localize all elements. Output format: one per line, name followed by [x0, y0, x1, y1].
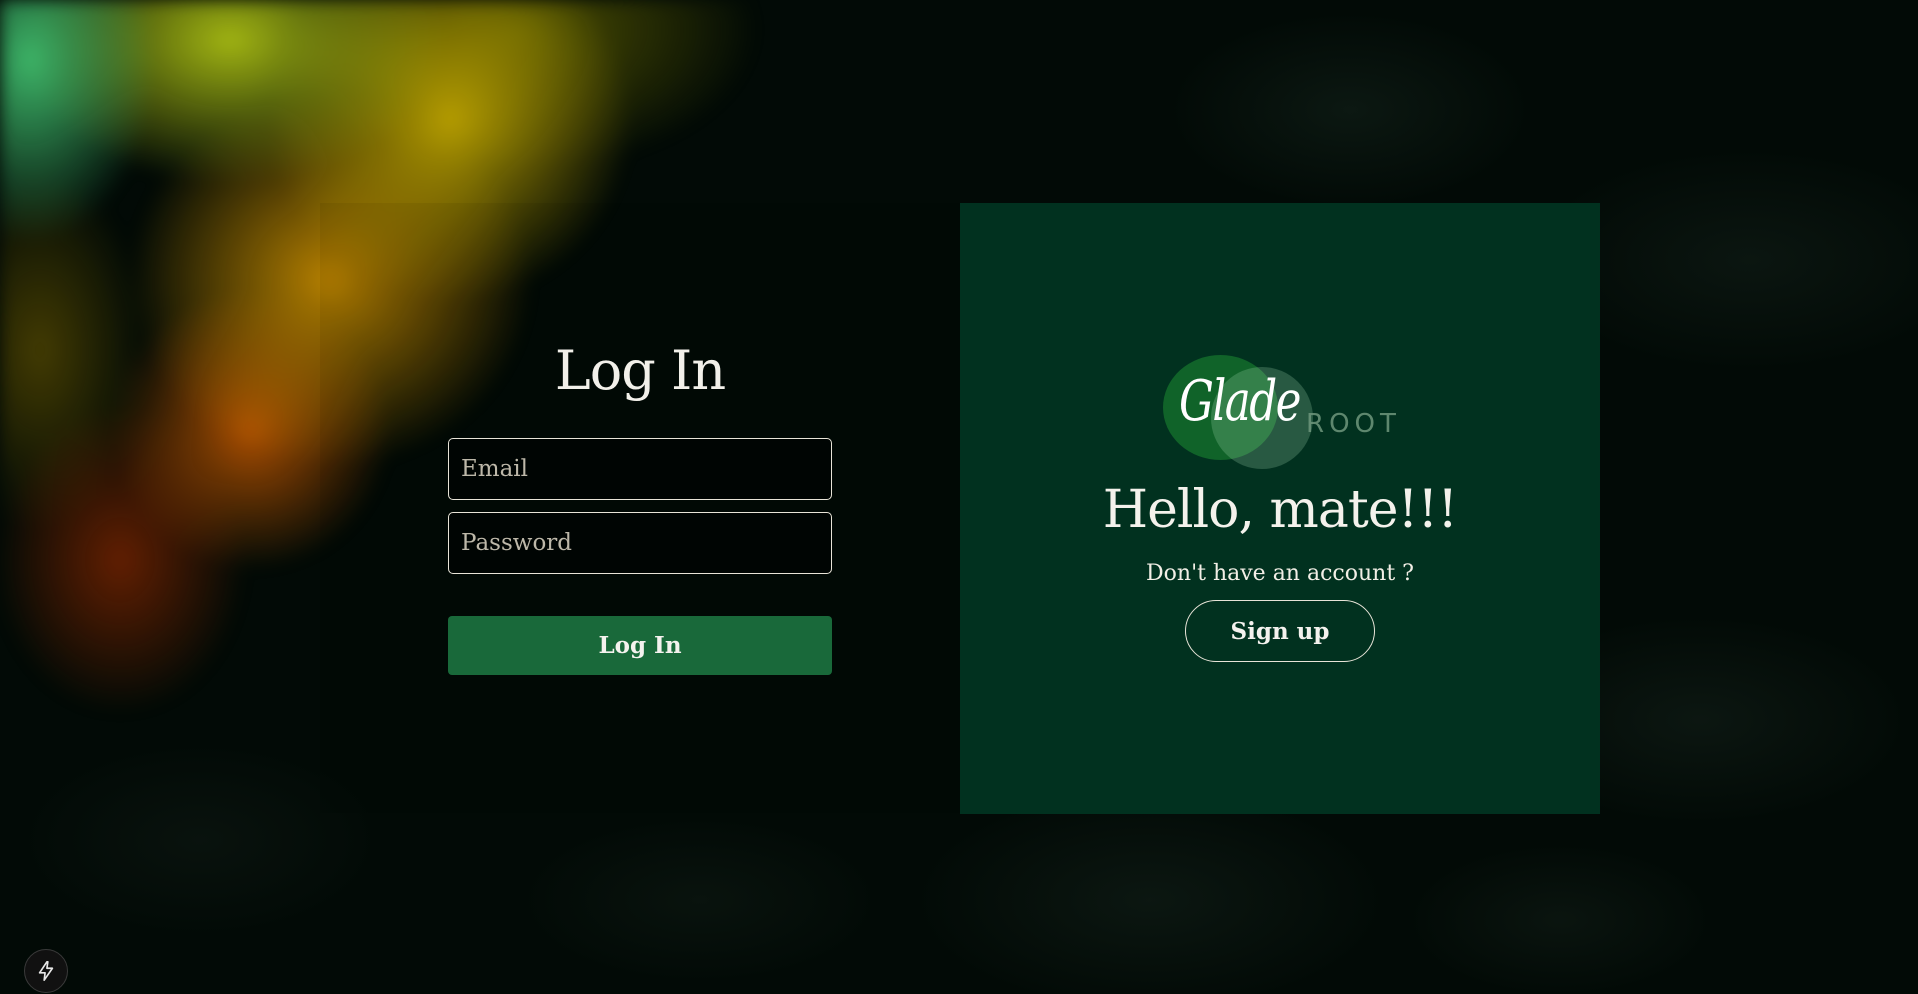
no-account-text: Don't have an account ?	[1146, 561, 1414, 586]
greeting-heading: Hello, mate!!!	[1102, 480, 1458, 540]
login-title: Log In	[554, 339, 726, 402]
login-page: Log In Log In Glade ROOT Hello, mate!!! …	[0, 0, 1918, 994]
lightning-bolt-icon	[38, 961, 54, 981]
login-button[interactable]: Log In	[448, 616, 832, 675]
signup-button[interactable]: Sign up	[1185, 600, 1375, 662]
lightning-bolt-button[interactable]	[24, 949, 68, 993]
login-form: Log In Log In	[320, 203, 960, 813]
welcome-panel: Glade ROOT Hello, mate!!! Don't have an …	[960, 203, 1600, 814]
gladeroot-logo: Glade ROOT	[1163, 355, 1413, 473]
logo-script-text: Glade	[1179, 369, 1301, 434]
password-input[interactable]	[448, 512, 832, 574]
email-input[interactable]	[448, 438, 832, 500]
login-card: Log In Log In	[320, 203, 960, 813]
logo-word-text: ROOT	[1306, 409, 1401, 439]
